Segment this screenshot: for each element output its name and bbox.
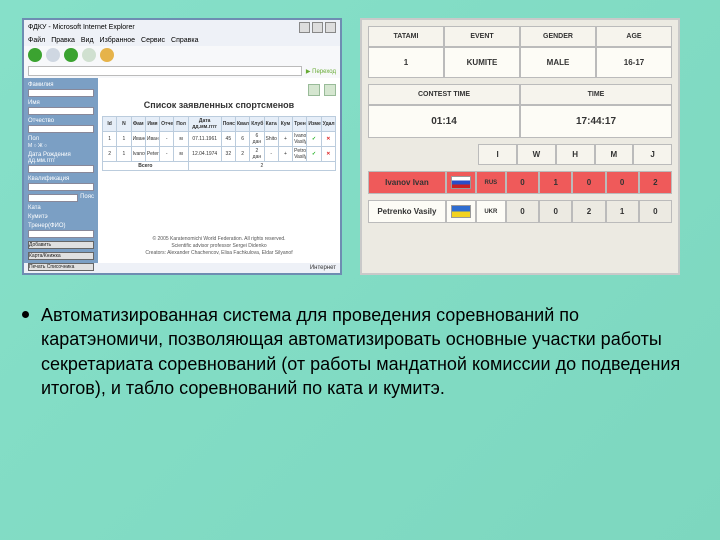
gender-m: М xyxy=(28,143,32,149)
bullet-text: Автоматизированная система для проведени… xyxy=(41,303,698,400)
bullet-item: Автоматизированная система для проведени… xyxy=(22,303,698,400)
go-icon: ▶ Переход xyxy=(306,68,336,75)
lastname-input xyxy=(28,89,94,97)
athletes-table: IdNФамИмяОтчесПолДата дд.мм.ггггПоясКвал… xyxy=(102,116,336,171)
scoreboard-header: TATAMI EVENT GENDER AGE xyxy=(368,26,672,47)
address-bar: ▶ Переход xyxy=(24,64,340,78)
print-button: Печать Списочника xyxy=(28,263,94,271)
athlete-row-white: Petrenko Vasily UKR 0 0 2 1 0 xyxy=(368,200,672,223)
field-label: Кумитэ xyxy=(28,214,94,220)
menu-item: Файл xyxy=(28,37,45,44)
screenshot-row: ФДКУ - Microsoft Internet Explorer Файл … xyxy=(22,18,698,275)
field-label: Тренер(ФИО) xyxy=(28,223,94,229)
add-button: Добавить xyxy=(28,241,94,249)
maximize-icon xyxy=(312,22,323,33)
athlete-name: Petrenko Vasily xyxy=(368,200,446,223)
table-row: 11ИвановИван-м07.11.19614566 данShito+Iv… xyxy=(103,132,336,147)
window-buttons xyxy=(299,22,336,33)
field-label: Имя xyxy=(28,100,94,106)
flag-ukr-icon xyxy=(446,200,476,223)
menu-item: Сервис xyxy=(141,37,165,44)
field-label: Фамилия xyxy=(28,82,94,88)
field-label: Отчество xyxy=(28,118,94,124)
forward-icon xyxy=(46,48,60,62)
coach-input xyxy=(28,230,94,238)
window-titlebar: ФДКУ - Microsoft Internet Explorer xyxy=(24,20,340,35)
time-header: CONTEST TIME TIME xyxy=(368,84,672,105)
table-header-row: IdNФамИмяОтчесПолДата дд.мм.ггггПоясКвал… xyxy=(103,117,336,132)
field-label: Дата Рождения дд.мм.гггг xyxy=(28,152,94,164)
scoreboard-values: 1 KUMITE MALE 16-17 xyxy=(368,47,672,78)
middlename-input xyxy=(28,125,94,133)
menu-item: Вид xyxy=(81,37,94,44)
card-button: Карта/Книжка xyxy=(28,252,94,260)
table-total-row: Всего2 xyxy=(103,162,336,171)
edit-icon: ✓ xyxy=(307,147,321,162)
menu-item: Справка xyxy=(171,37,198,44)
window-title: ФДКУ - Microsoft Internet Explorer xyxy=(28,24,135,31)
field-label: Квалификация xyxy=(28,176,94,182)
screenshot-browser: ФДКУ - Microsoft Internet Explorer Файл … xyxy=(22,18,342,275)
minimize-icon xyxy=(299,22,310,33)
country-code: RUS xyxy=(476,171,506,194)
athlete-name: Ivanov Ivan xyxy=(368,171,446,194)
slide: ФДКУ - Microsoft Internet Explorer Файл … xyxy=(0,0,720,540)
menu-item: Правка xyxy=(51,37,75,44)
delete-icon: ✕ xyxy=(321,132,335,147)
table-row: 21IvanovPeter-м12.04.19743222 дан-+Petro… xyxy=(103,147,336,162)
athlete-row-red: Ivanov Ivan RUS 0 1 0 0 2 xyxy=(368,171,672,194)
contest-time: 01:14 xyxy=(368,105,520,138)
home-icon xyxy=(82,48,96,62)
bullet-icon xyxy=(22,311,29,318)
back-icon xyxy=(28,48,42,62)
menu-item: Избранное xyxy=(100,37,135,44)
page-content: Список заявленных спортсменов IdNФамИмяО… xyxy=(98,78,340,263)
refresh-icon xyxy=(64,48,78,62)
address-input xyxy=(28,66,302,76)
form-sidebar: Фамилия Имя Отчество Пол М ○ Ж ○ Дата Ро… xyxy=(24,78,98,263)
country-code: UKR xyxy=(476,200,506,223)
dob-input xyxy=(28,165,94,173)
field-label: Пол xyxy=(28,136,94,142)
screenshot-scoreboard: TATAMI EVENT GENDER AGE 1 KUMITE MALE 16… xyxy=(360,18,680,275)
flag-rus-icon xyxy=(446,171,476,194)
page-title: Список заявленных спортсменов xyxy=(102,100,336,110)
time-values: 01:14 17:44:17 xyxy=(368,105,672,138)
page-footer: © 2005 Karatenomichi World Federation. A… xyxy=(102,236,336,257)
firstname-input xyxy=(28,107,94,115)
belt-input xyxy=(28,194,78,202)
toolbar xyxy=(24,46,340,64)
field-label: Ката xyxy=(28,205,94,211)
status-text: Интернет xyxy=(310,265,336,271)
qual-input xyxy=(28,183,94,191)
score-columns: I W H M J xyxy=(368,144,672,165)
menu-bar: Файл Правка Вид Избранное Сервис Справка xyxy=(24,35,340,46)
delete-icon: ✕ xyxy=(321,147,335,162)
refresh-page-icon xyxy=(308,84,320,96)
fav-icon xyxy=(100,48,114,62)
field-label: Пояс xyxy=(80,194,94,202)
clock-time: 17:44:17 xyxy=(520,105,672,138)
print-page-icon xyxy=(324,84,336,96)
close-icon xyxy=(325,22,336,33)
gender-f: Ж xyxy=(38,143,43,149)
edit-icon: ✓ xyxy=(307,132,321,147)
